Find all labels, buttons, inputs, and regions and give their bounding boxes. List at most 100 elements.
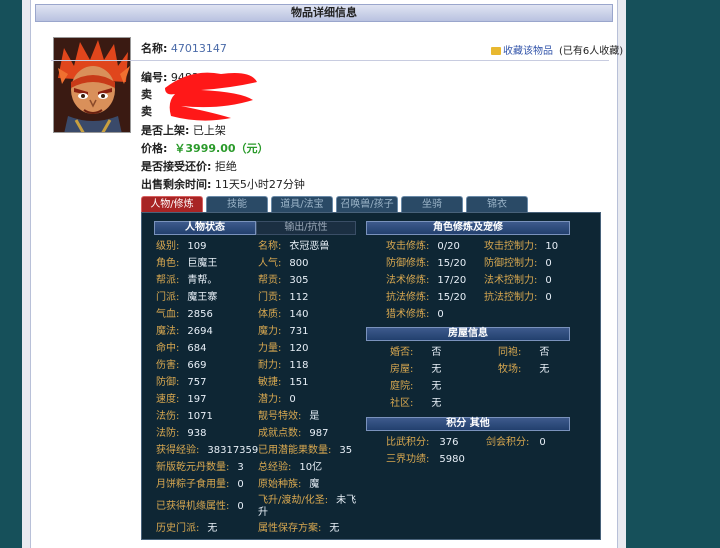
stat-11-label: 法防: (156, 428, 180, 439)
attr-10: 靓号特效: 是 (258, 411, 319, 423)
attr-6: 力量: 120 (258, 343, 308, 355)
on-shelf-row: 是否上架: 已上架 (141, 122, 226, 138)
cult-1b-value: 0 (545, 258, 552, 269)
stat-7-value: 669 (187, 360, 207, 371)
seller-label: 卖 (141, 88, 152, 101)
stat-6: 命中: 684 (156, 343, 206, 355)
stat-14: 月饼粽子食用量: 0 (156, 479, 244, 491)
house-2a: 庭院: 无 (390, 381, 441, 393)
attr-5: 魔力: 731 (258, 326, 308, 338)
cult-1b-label: 防御控制力: (484, 258, 538, 269)
attr-4-value: 140 (289, 309, 309, 320)
house-0a: 婚否: 否 (390, 347, 441, 359)
tab-items[interactable]: 道具/法宝 (271, 196, 333, 212)
attr-5-value: 731 (289, 326, 309, 337)
folder-icon (491, 47, 501, 55)
stat-10-label: 法伤: (156, 411, 180, 422)
bargain-value: 拒绝 (214, 160, 237, 173)
attr-14-value: 魔 (309, 479, 320, 490)
stat-10-value: 1071 (187, 411, 213, 422)
stat-3: 门派: 魔王寨 (156, 292, 217, 304)
attr-2: 帮贡: 305 (258, 275, 308, 287)
cult-3b: 抗法控制力: 0 (484, 292, 552, 304)
cult-2a-label: 法术修炼: (386, 275, 430, 286)
attr-4: 体质: 140 (258, 309, 308, 321)
cult-2a-value: 17/20 (437, 275, 467, 286)
stat-1-value: 巨魔王 (187, 258, 218, 269)
cult-3b-label: 抗法控制力: (484, 292, 538, 303)
stat-8-value: 757 (187, 377, 207, 388)
attr-1-label: 人气: (258, 258, 282, 269)
attr-7-value: 118 (289, 360, 309, 371)
points-0a-value: 376 (439, 437, 459, 448)
char-status-header: 人物状态 (154, 221, 256, 235)
house-2a-label: 庭院: (390, 381, 414, 392)
cult-2b-label: 法术控制力: (484, 275, 538, 286)
stat-6-value: 684 (187, 343, 207, 354)
item-name-row: 名称: 47013147 (141, 40, 227, 56)
stat-11-value: 938 (187, 428, 207, 439)
cult-0b: 攻击控制力: 10 (484, 241, 558, 253)
stat-14-label: 月饼粽子食用量: (156, 479, 230, 490)
cult-1a-label: 防御修炼: (386, 258, 430, 269)
attr-9-label: 潜力: (258, 394, 282, 405)
tab-mounts[interactable]: 坐骑 (401, 196, 463, 212)
house-1a-value: 无 (431, 364, 442, 375)
price-label: 价格: (141, 142, 168, 155)
stat-5: 魔法: 2694 (156, 326, 213, 338)
attr-8-value: 151 (289, 377, 309, 388)
attr-1: 人气: 800 (258, 258, 308, 270)
attr-7-label: 耐力: (258, 360, 282, 371)
stat-12: 获得经验: 38317359 (156, 445, 258, 457)
item-name-value: 47013147 (170, 42, 227, 55)
stat-11: 法防: 938 (156, 428, 206, 440)
cult-0a: 攻击修炼: 0/20 (386, 241, 460, 253)
attr-11: 成就点数: 987 (258, 428, 328, 440)
attr-8: 敏捷: 151 (258, 377, 308, 389)
stat-15-value: 0 (237, 501, 244, 512)
attr-4-label: 体质: (258, 309, 282, 320)
house-0a-label: 婚否: (390, 347, 414, 358)
attr-12: 已用潜能果数量: 35 (258, 445, 352, 457)
points-0a-label: 比武积分: (386, 437, 430, 448)
attr-6-value: 120 (289, 343, 309, 354)
cult-1b: 防御控制力: 0 (484, 258, 552, 270)
cult-4a: 猎术修炼: 0 (386, 309, 444, 321)
stat-13-label: 新版乾元丹数量: (156, 462, 230, 473)
collect-link[interactable]: 收藏该物品 (503, 46, 553, 57)
stat-15: 已获得机缘属性: 0 (156, 501, 244, 513)
stat-0-value: 109 (187, 241, 207, 252)
cult-4a-value: 0 (437, 309, 444, 320)
attr-9: 潜力: 0 (258, 394, 296, 406)
tab-character[interactable]: 人物/修炼 (141, 196, 203, 212)
attr-6-label: 力量: (258, 343, 282, 354)
attr-16-value: 无 (329, 523, 340, 534)
stat-4-value: 2856 (187, 309, 213, 320)
tab-pets[interactable]: 召唤兽/孩子 (336, 196, 398, 212)
tab-skills[interactable]: 技能 (206, 196, 268, 212)
attr-13-value: 10亿 (299, 462, 323, 473)
cultivation-header: 角色修炼及宠修 (366, 221, 570, 235)
stat-0-label: 级别: (156, 241, 180, 252)
cult-0a-label: 攻击修炼: (386, 241, 430, 252)
attr-11-value: 987 (309, 428, 329, 439)
item-detail-panel: 物品详细信息 名称: 47013147 收藏该物品(已有6人收藏) 编号: 94 (30, 0, 623, 548)
stat-1: 角色: 巨魔王 (156, 258, 217, 270)
attr-15-label: 飞升/渡劫/化圣: (258, 495, 329, 506)
attr-16-label: 属性保存方案: (258, 523, 322, 534)
cult-0b-value: 10 (545, 241, 559, 252)
tab-outfits[interactable]: 锦衣 (466, 196, 528, 212)
on-shelf-value: 已上架 (192, 124, 226, 137)
stat-9-label: 速度: (156, 394, 180, 405)
points-1a-label: 三界功绩: (386, 454, 430, 465)
points-1a-value: 5980 (439, 454, 465, 465)
stat-2-label: 帮派: (156, 275, 180, 286)
attr-0-value: 衣冠恶兽 (289, 241, 330, 252)
stat-14-value: 0 (237, 479, 244, 490)
on-shelf-label: 是否上架: (141, 124, 190, 137)
stat-12-value: 38317359 (207, 445, 259, 456)
house-1b: 牧场: 无 (498, 364, 549, 376)
attr-15: 飞升/渡劫/化圣: 未飞升 (258, 495, 358, 519)
attr-9-value: 0 (289, 394, 296, 405)
cult-2b: 法术控制力: 0 (484, 275, 552, 287)
